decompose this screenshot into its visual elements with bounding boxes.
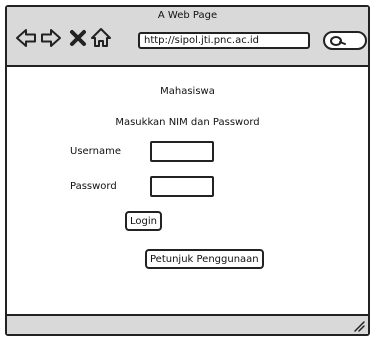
browser-window: A Web Page http://sipol.jti.pnc.ac.id Ma…	[5, 5, 370, 336]
search-box[interactable]	[323, 31, 367, 50]
status-bar	[7, 314, 368, 334]
browser-toolbar: A Web Page http://sipol.jti.pnc.ac.id	[7, 7, 368, 67]
help-button[interactable]: Petunjuk Penggunaan	[145, 249, 264, 269]
close-icon[interactable]	[67, 27, 89, 49]
password-label: Password	[70, 181, 117, 192]
resize-grip-icon[interactable]	[353, 320, 365, 332]
username-label: Username	[70, 146, 121, 157]
address-bar[interactable]: http://sipol.jti.pnc.ac.id	[138, 32, 310, 49]
window-title: A Web Page	[157, 10, 218, 21]
home-icon[interactable]	[90, 27, 112, 49]
login-button[interactable]: Login	[125, 211, 162, 231]
search-icon	[330, 36, 346, 46]
username-input[interactable]	[150, 141, 214, 162]
password-input[interactable]	[150, 176, 214, 197]
forward-arrow-icon[interactable]	[40, 27, 62, 49]
back-arrow-icon[interactable]	[15, 27, 37, 49]
page-content: Mahasiswa Masukkan NIM dan Password User…	[7, 65, 368, 316]
page-heading: Mahasiswa	[160, 86, 215, 97]
instruction-text: Masukkan NIM dan Password	[115, 117, 260, 128]
